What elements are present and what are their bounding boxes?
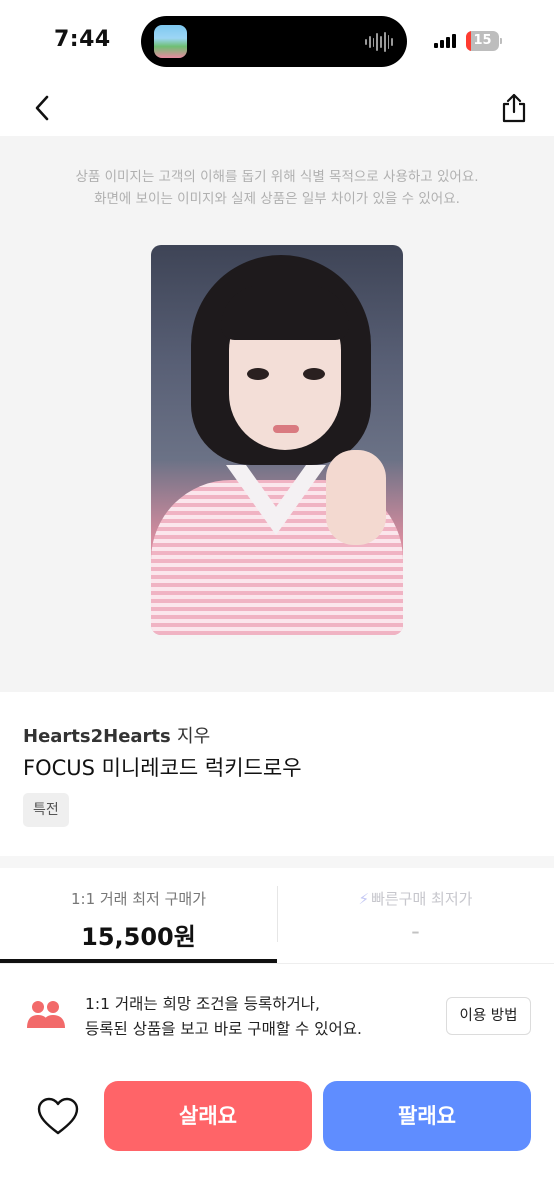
section-divider (0, 856, 554, 868)
audio-waveform-icon (365, 31, 393, 53)
selected-tab-indicator (0, 959, 277, 963)
product-artist[interactable]: Hearts2Hearts 지우 (23, 722, 210, 748)
back-button[interactable] (24, 90, 60, 126)
tab-quick-buy-label-wrap: ⚡︎ 빠른구매 최저가 (277, 888, 554, 909)
tab-one-on-one-price[interactable]: 1:1 거래 최저 구매가 15,500원 (0, 868, 277, 964)
member-name: 지우 (177, 726, 211, 747)
photo-bangs-shape (221, 285, 349, 340)
tab-quick-buy-value: - (411, 917, 420, 945)
tab-quick-buy-price[interactable]: ⚡︎ 빠른구매 최저가 - (277, 868, 554, 964)
heart-icon (37, 1097, 79, 1135)
status-time: 7:44 (54, 27, 111, 52)
tab-one-on-one-value: 15,500원 (81, 923, 196, 951)
trade-info-line1: 1:1 거래는 희망 조건을 등록하거나, (85, 995, 320, 1013)
share-icon (502, 93, 526, 123)
bottom-action-bar: 살래요 팔래요 (0, 1068, 554, 1200)
people-icon (27, 1001, 65, 1028)
chevron-left-icon (35, 95, 49, 121)
photo-hand-shape (326, 450, 386, 545)
artist-name: Hearts2Hearts (23, 726, 171, 747)
battery-icon: 15 (466, 31, 502, 51)
image-notice: 상품 이미지는 고객의 이해를 돕기 위해 식별 목적으로 사용하고 있어요. … (0, 166, 554, 210)
trade-info-row: 1:1 거래는 희망 조건을 등록하거나, 등록된 상품을 보고 바로 구매할 … (0, 964, 554, 1068)
now-playing-artwork (154, 25, 187, 58)
product-title: FOCUS 미니레코드 럭키드로우 (23, 756, 302, 780)
dynamic-island[interactable] (141, 16, 407, 67)
product-info: Hearts2Hearts 지우 FOCUS 미니레코드 럭키드로우 특전 (0, 692, 554, 856)
top-nav (0, 80, 554, 136)
photo-eye-shape (303, 368, 325, 380)
price-tabs: 1:1 거래 최저 구매가 15,500원 ⚡︎ 빠른구매 최저가 - (0, 868, 554, 964)
lightning-icon: ⚡︎ (358, 890, 370, 908)
trade-info-line2: 등록된 상품을 보고 바로 구매할 수 있어요. (85, 1020, 362, 1038)
trade-info-text: 1:1 거래는 희망 조건을 등록하거나, 등록된 상품을 보고 바로 구매할 … (85, 992, 362, 1042)
like-button[interactable] (34, 1093, 82, 1139)
product-photo[interactable] (151, 245, 403, 635)
how-to-use-button[interactable]: 이용 방법 (446, 997, 531, 1035)
tab-one-on-one-label: 1:1 거래 최저 구매가 (70, 890, 207, 908)
buy-button[interactable]: 살래요 (104, 1081, 312, 1151)
photo-eye-shape (247, 368, 269, 380)
share-button[interactable] (496, 90, 532, 126)
tab-quick-buy-label: 빠른구매 최저가 (371, 890, 473, 908)
status-bar: 7:44 15 (0, 0, 554, 80)
battery-level: 15 (473, 33, 492, 48)
sell-button[interactable]: 팔래요 (323, 1081, 531, 1151)
photo-lip-shape (273, 425, 299, 433)
product-image-area: 상품 이미지는 고객의 이해를 돕기 위해 식별 목적으로 사용하고 있어요. … (0, 136, 554, 692)
image-notice-line2: 화면에 보이는 이미지와 실제 상품은 일부 차이가 있을 수 있어요. (94, 191, 460, 207)
image-notice-line1: 상품 이미지는 고객의 이해를 돕기 위해 식별 목적으로 사용하고 있어요. (75, 169, 479, 185)
product-tag-badge: 특전 (23, 793, 69, 827)
cellular-signal-icon (434, 33, 456, 48)
